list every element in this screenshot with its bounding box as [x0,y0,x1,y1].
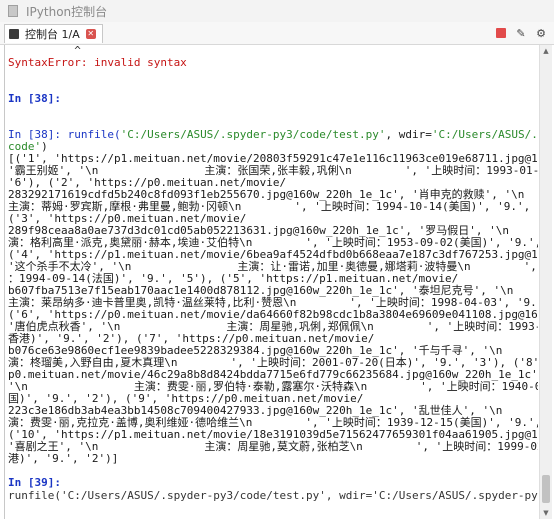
vertical-scrollbar[interactable]: ▲ ▼ [539,45,552,519]
window-title: IPython控制台 [26,4,108,19]
terminal-icon [9,29,19,39]
console-toolbar: 控制台 1/A ✕ ✎ ⚙ [0,22,554,45]
scroll-up-arrow-icon[interactable]: ▲ [540,45,552,57]
ipython-console-window: IPython控制台 控制台 1/A ✕ ✎ ⚙ ^ SyntaxError: … [0,0,554,520]
title-bar: IPython控制台 [0,0,554,23]
prompt-38: In [38]: [8,92,61,105]
prompt-39: In [39]: [8,476,61,489]
console-output[interactable]: ^ SyntaxError: invalid syntax In [38]: I… [4,45,538,519]
output-line: 港)', '9.', '2')] [8,452,119,465]
gear-icon: ⚙ [536,26,546,40]
scrollbar-thumb[interactable] [542,475,550,503]
options-menu-button[interactable]: ⚙ [534,26,548,40]
tab-console-1[interactable]: 控制台 1/A ✕ [4,24,103,43]
tab-label: 控制台 1/A [25,28,80,41]
scroll-down-arrow-icon[interactable]: ▼ [540,507,552,519]
stop-kernel-button[interactable] [494,26,508,40]
console-actions: ✎ ⚙ [494,24,548,42]
close-tab-icon[interactable]: ✕ [85,29,96,39]
edit-button[interactable]: ✎ [514,26,528,40]
program-output: [('1', 'https://p1.meituan.net/movie/208… [8,153,538,465]
runfile-command: In [38]: runfile('C:/Users/ASUS/.spyder-… [8,128,538,141]
console-app-icon [8,5,18,17]
pencil-icon: ✎ [516,26,526,40]
runfile-command-cut: runfile('C:/Users/ASUS/.spyder-py3/code/… [8,489,538,502]
stop-icon [496,28,506,38]
syntax-error-message: SyntaxError: invalid syntax [8,56,187,69]
